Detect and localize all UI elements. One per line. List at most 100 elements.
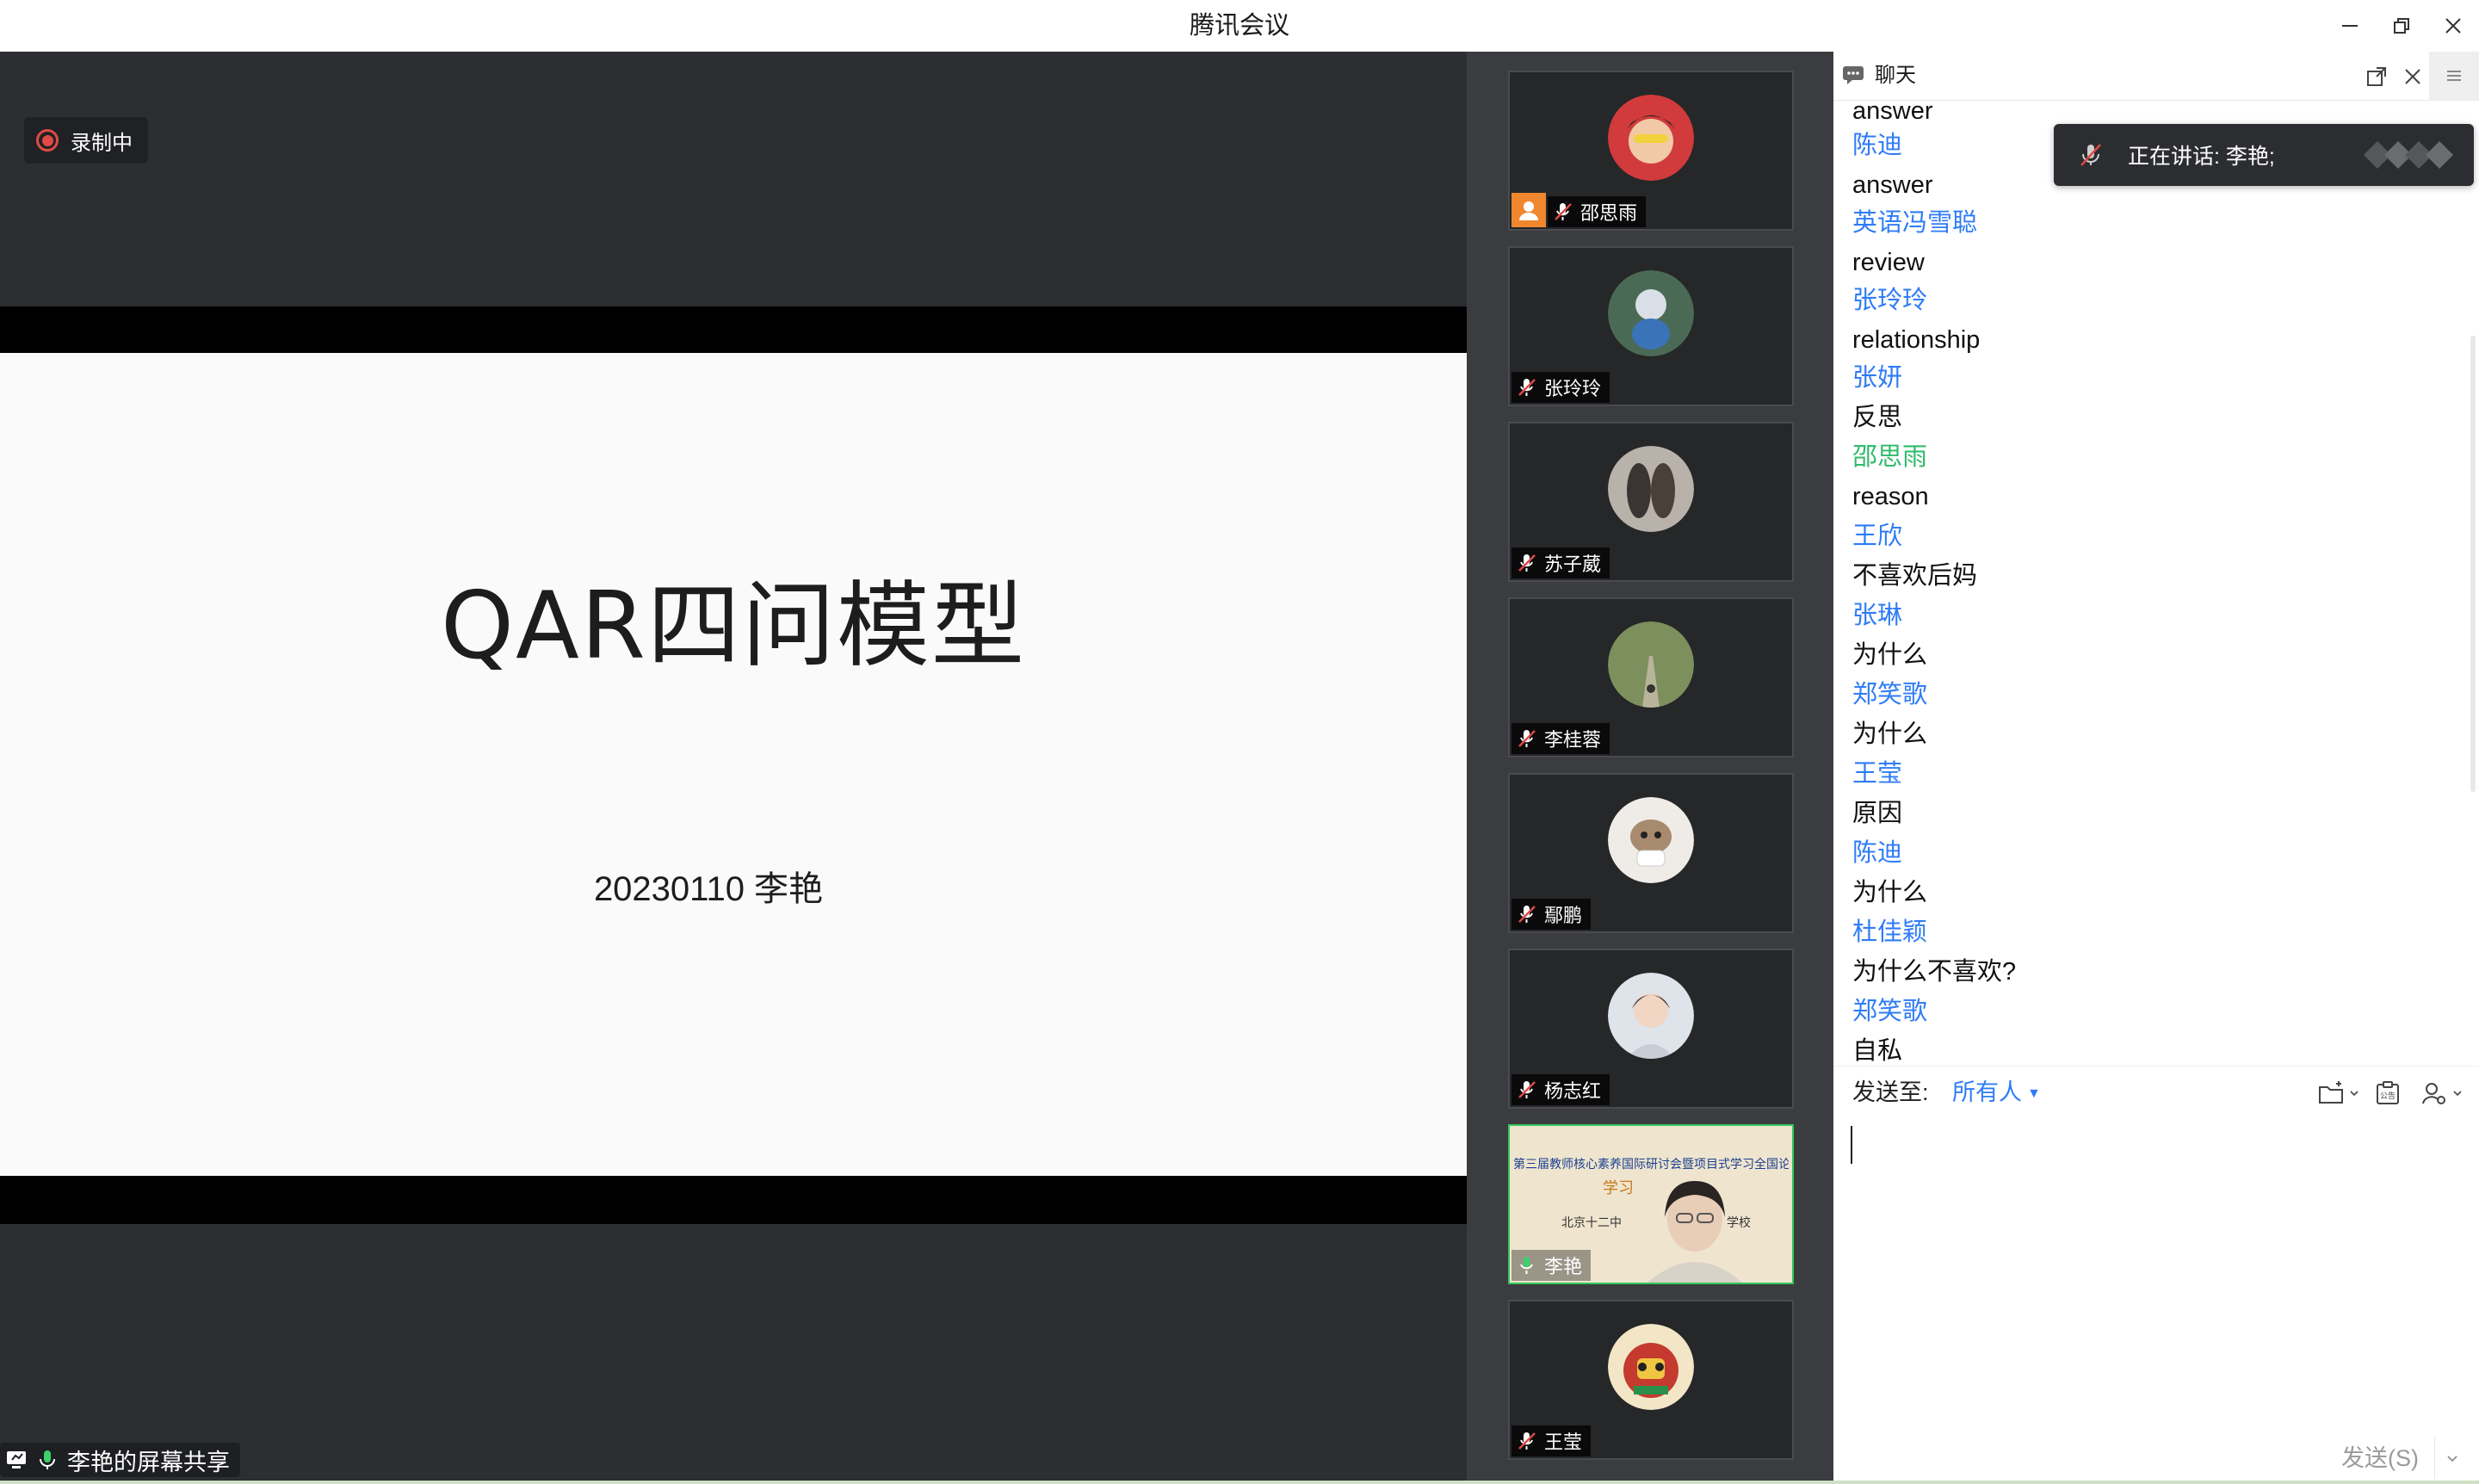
avatar xyxy=(1608,270,1694,356)
speaking-indicator: 正在讲话: 李艳; xyxy=(2054,124,2474,186)
recording-label: 录制中 xyxy=(71,131,133,155)
message-text: 反思 xyxy=(1852,404,1903,431)
message-sender[interactable]: 张妍 xyxy=(1852,358,1902,398)
send-button[interactable]: 发送(S) xyxy=(2341,1441,2419,1475)
participant-name: 苏子葳 xyxy=(1544,553,1602,575)
message-sender[interactable]: 陈迪 xyxy=(1852,126,1933,165)
participant-tile[interactable]: 李桂蓉 xyxy=(1508,597,1794,757)
send-target-row: 发送至: 所有人 ▼ 公告 xyxy=(1833,1066,2479,1118)
message-text: 不喜欢后妈 xyxy=(1852,562,1978,590)
participant-name: 李桂蓉 xyxy=(1544,729,1602,751)
participant-list: 邵思雨 张玲玲 苏子葳 李桂蓉 鄢鹏 杨志红 第三届教师核心素养国际研讨会暨项目… xyxy=(1467,52,1833,1482)
send-file-button[interactable] xyxy=(2317,1079,2360,1108)
avatar xyxy=(1608,1324,1694,1410)
chat-header: 聊天 xyxy=(1833,52,2479,101)
participant-label: 杨志红 xyxy=(1512,1074,1610,1105)
message-text: 为什么 xyxy=(1852,720,1928,748)
message-text: relationship xyxy=(1852,326,1981,354)
restore-button[interactable] xyxy=(2376,0,2427,52)
message-sender[interactable]: 英语冯雪聪 xyxy=(1852,203,1977,243)
screen-share-frame: QAR四问模型 20230110 李艳 xyxy=(0,306,1467,1224)
recording-indicator[interactable]: 录制中 xyxy=(24,117,148,164)
send-options-button[interactable] xyxy=(2434,1438,2470,1479)
avatar xyxy=(1608,621,1694,708)
mic-muted-icon xyxy=(2080,144,2101,166)
message-sender[interactable]: 郑笑歌 xyxy=(1852,992,1927,1031)
close-button[interactable] xyxy=(2427,0,2479,52)
participant-label: 李桂蓉 xyxy=(1512,723,1610,754)
participant-tile[interactable]: 杨志红 xyxy=(1508,949,1794,1109)
chat-message: 陈迪 为什么 xyxy=(1852,833,1927,912)
message-sender[interactable]: 张玲玲 xyxy=(1852,281,1980,320)
speaking-text: 正在讲话: 李艳; xyxy=(2128,145,2275,169)
chat-permission-button[interactable] xyxy=(2420,1079,2464,1108)
message-sender[interactable]: 张琳 xyxy=(1852,596,1927,635)
avatar xyxy=(1608,797,1694,883)
chevron-down-icon xyxy=(2453,1091,2462,1097)
participant-tile[interactable]: 苏子葳 xyxy=(1508,422,1794,582)
mic-active-icon xyxy=(1517,1255,1537,1276)
announcement-button[interactable]: 公告 xyxy=(2374,1079,2402,1108)
folder-icon xyxy=(2319,1081,2343,1104)
minimize-button[interactable] xyxy=(2324,0,2376,52)
recipient-value: 所有人 xyxy=(1952,1079,2022,1105)
message-text: answer xyxy=(1852,171,1933,199)
chat-scrollbar[interactable] xyxy=(2470,336,2476,792)
message-text: 为什么不喜欢? xyxy=(1852,958,2017,986)
screen-share-text: 李艳的屏幕共享 xyxy=(67,1449,230,1475)
screen-share-icon xyxy=(7,1451,26,1469)
mic-active-icon xyxy=(40,1450,55,1469)
participant-name: 张玲玲 xyxy=(1544,378,1602,399)
participant-tile[interactable]: 鄢鹏 xyxy=(1508,773,1794,933)
participant-name: 王莹 xyxy=(1544,1431,1583,1453)
chat-message: 王莹 原因 xyxy=(1852,754,1902,833)
slide-title: QAR四问模型 xyxy=(441,572,1026,680)
svg-text:公告: 公告 xyxy=(2380,1091,2396,1101)
message-sender[interactable]: 王欣 xyxy=(1852,516,1977,556)
participant-label: 张玲玲 xyxy=(1512,372,1610,403)
video-banner-line3: 北京十二中 xyxy=(1561,1215,1622,1229)
mic-muted-icon xyxy=(1517,553,1537,573)
participant-tile-active-speaker[interactable]: 第三届教师核心素养国际研讨会暨项目式学习全国论坛 学习 北京十二中 学校 李艳 xyxy=(1508,1124,1794,1284)
participant-label: 鄢鹏 xyxy=(1512,899,1592,930)
chat-message: 陈迪 answer xyxy=(1852,126,1933,205)
message-text: 为什么 xyxy=(1852,879,1928,906)
participant-label: 李艳 xyxy=(1512,1250,1592,1281)
restore-icon xyxy=(2394,18,2409,34)
participant-tile[interactable]: 邵思雨 xyxy=(1508,71,1794,231)
message-sender[interactable]: 王莹 xyxy=(1852,754,1902,794)
message-sender[interactable]: 陈迪 xyxy=(1852,833,1927,873)
message-sender-host[interactable]: 邵思雨 xyxy=(1852,437,1929,477)
panel-menu-button[interactable] xyxy=(2429,52,2479,100)
user-settings-icon xyxy=(2422,1083,2445,1104)
slide-subtitle: 20230110 李艳 xyxy=(593,870,824,908)
chat-message: 英语冯雪聪 review xyxy=(1852,203,1977,282)
close-icon xyxy=(2405,69,2420,84)
chat-input[interactable] xyxy=(1833,1119,2479,1438)
close-chat-button[interactable] xyxy=(2398,62,2427,91)
chat-message: 郑笑歌 为什么 xyxy=(1852,675,1927,754)
audio-wave-icon xyxy=(2364,141,2453,169)
mic-muted-icon xyxy=(1517,904,1537,924)
screen-share-label[interactable]: 李艳的屏幕共享 xyxy=(0,1443,240,1477)
participant-tile[interactable]: 王莹 xyxy=(1508,1300,1794,1460)
message-text: reason xyxy=(1852,483,1929,510)
recipient-dropdown[interactable]: 所有人 ▼ xyxy=(1952,1067,2041,1120)
avatar xyxy=(1608,973,1694,1059)
message-sender[interactable]: 杜佳颖 xyxy=(1852,912,2016,952)
avatar xyxy=(1608,446,1694,532)
chat-message: 张琳 为什么 xyxy=(1852,596,1927,675)
chat-message-list[interactable]: answer 陈迪 answer 英语冯雪聪 review 张玲玲 relati… xyxy=(1833,100,2453,1116)
record-icon xyxy=(36,129,59,151)
mic-muted-icon xyxy=(1553,201,1573,222)
message-text: 原因 xyxy=(1852,800,1903,827)
chat-panel: 聊天 answer 陈迪 answer 英语冯雪聪 review 张玲玲 rel… xyxy=(1833,52,2479,1482)
message-sender[interactable]: 郑笑歌 xyxy=(1852,675,1927,714)
popout-chat-button[interactable] xyxy=(2362,62,2391,91)
participant-name: 杨志红 xyxy=(1544,1080,1602,1102)
participant-tile[interactable]: 张玲玲 xyxy=(1508,246,1794,406)
main-stage: 录制中 QAR四问模型 20230110 李艳 xyxy=(0,52,1467,1482)
participant-name: 邵思雨 xyxy=(1580,202,1638,224)
chat-message: 杜佳颖 为什么不喜欢? xyxy=(1852,912,2016,992)
bottom-edge xyxy=(0,1481,2479,1484)
